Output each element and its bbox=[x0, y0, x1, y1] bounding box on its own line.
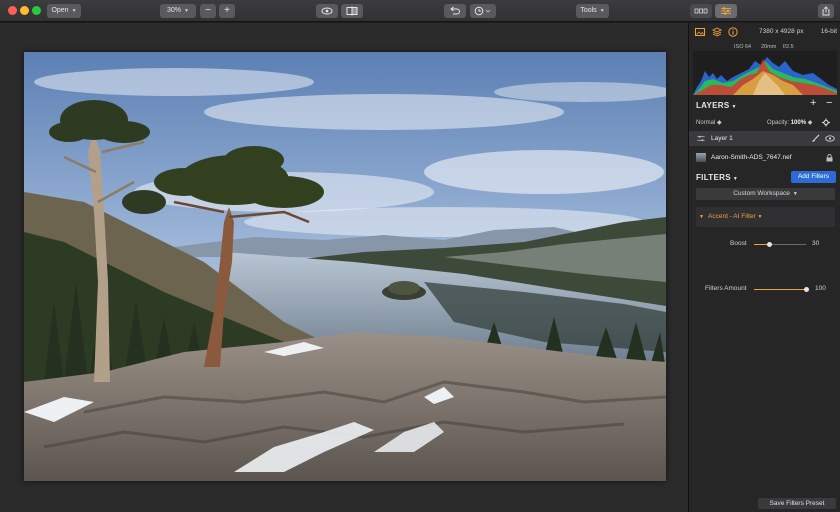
boost-label: Boost bbox=[730, 240, 747, 247]
photo-canvas[interactable] bbox=[24, 52, 666, 481]
image-info-row: 7380 x 4928 px 16-bit ISO 64 20mm f/2.5 bbox=[689, 25, 840, 50]
canvas-area[interactable] bbox=[0, 23, 688, 512]
focal-length: 20mm bbox=[761, 44, 777, 50]
image-dimensions: 7380 x 4928 px bbox=[759, 28, 804, 35]
zoom-value: 30% bbox=[167, 7, 182, 14]
chevron-down-icon: ▼ bbox=[71, 8, 77, 14]
file-name: Aaron-Smith-ADS_7647.nef bbox=[711, 154, 792, 161]
zoom-in-button[interactable]: + bbox=[219, 4, 235, 18]
chevron-down-icon: ▼ bbox=[732, 176, 739, 182]
right-panel: 7380 x 4928 px 16-bit ISO 64 20mm f/2.5 … bbox=[688, 23, 840, 512]
layer-name: Layer 1 bbox=[711, 135, 733, 142]
filters-header[interactable]: FILTERS ▼ bbox=[696, 173, 738, 182]
history-button[interactable] bbox=[470, 4, 496, 18]
luminar-window: Open ▼ 30% ▼ − + Tools ▼ 7380 x 4928 px … bbox=[0, 0, 840, 512]
blend-mode-value: Normal bbox=[696, 120, 716, 126]
eye-icon[interactable] bbox=[825, 135, 835, 142]
share-icon bbox=[822, 6, 830, 16]
opacity-label: Opacity: bbox=[767, 120, 790, 126]
history-icon bbox=[474, 6, 491, 16]
filters-title: FILTERS bbox=[696, 173, 731, 182]
library-view-button[interactable] bbox=[690, 4, 712, 18]
edit-view-button[interactable] bbox=[715, 4, 737, 18]
save-filters-preset-button[interactable]: Save Filters Preset bbox=[758, 498, 836, 509]
filters-amount-knob[interactable] bbox=[803, 287, 809, 292]
iso-value: ISO 64 bbox=[734, 44, 752, 50]
sliders-icon bbox=[721, 7, 731, 15]
zoom-in-icon: + bbox=[224, 5, 230, 16]
tools-button[interactable]: Tools ▼ bbox=[576, 4, 609, 18]
layer-row[interactable]: Layer 1 bbox=[689, 131, 840, 146]
filters-amount-fill bbox=[754, 289, 806, 290]
histogram bbox=[693, 51, 837, 95]
workspace-select[interactable]: Custom Workspace ▼ bbox=[696, 188, 835, 200]
filters-amount-label: Filters Amount bbox=[705, 285, 747, 292]
chevron-down-icon: ▼ bbox=[757, 214, 763, 220]
blend-mode-select[interactable]: Normal ◆ bbox=[696, 119, 722, 126]
accent-filter-title: Accent - AI Filter ▼ bbox=[708, 213, 762, 220]
aperture-value: f/2.5 bbox=[783, 44, 794, 50]
bit-depth: 16-bit bbox=[820, 28, 837, 35]
compare-icon bbox=[346, 6, 358, 16]
open-label: Open bbox=[51, 7, 69, 14]
layers-header[interactable]: LAYERS ▼ bbox=[696, 101, 737, 110]
info-icon[interactable] bbox=[728, 27, 738, 37]
tools-label: Tools bbox=[580, 7, 597, 14]
chevron-down-icon: ▼ bbox=[731, 104, 737, 110]
preview-button[interactable] bbox=[316, 4, 338, 18]
workspace-label: Custom Workspace bbox=[733, 190, 790, 197]
chevron-down-icon: ▼ bbox=[792, 191, 798, 197]
boost-slider-knob[interactable] bbox=[767, 242, 773, 247]
open-button[interactable]: Open ▼ bbox=[47, 4, 81, 18]
layers-icon[interactable] bbox=[712, 27, 722, 37]
chevron-down-icon: ▼ bbox=[599, 8, 605, 14]
remove-layer-button[interactable]: − bbox=[826, 97, 832, 109]
layers-title: LAYERS bbox=[696, 101, 730, 110]
image-thumbnail bbox=[696, 153, 706, 162]
collapse-arrow-icon[interactable]: ▼ bbox=[699, 214, 704, 220]
toolbar: Open ▼ 30% ▼ − + Tools ▼ bbox=[0, 0, 840, 22]
accent-filter-label: Accent - AI Filter bbox=[708, 213, 756, 220]
eye-icon bbox=[321, 7, 333, 15]
image-icon[interactable] bbox=[695, 27, 705, 37]
share-button[interactable] bbox=[818, 4, 834, 18]
zoom-window-button[interactable] bbox=[32, 6, 41, 15]
accent-filter-header[interactable]: ▼ Accent - AI Filter ▼ bbox=[696, 207, 835, 227]
close-window-button[interactable] bbox=[8, 6, 17, 15]
adjustment-layer-icon bbox=[697, 135, 705, 142]
compare-button[interactable] bbox=[341, 4, 363, 18]
add-filters-button[interactable]: Add Filters bbox=[791, 171, 836, 183]
grid-icon bbox=[694, 8, 708, 14]
minimize-window-button[interactable] bbox=[20, 6, 29, 15]
undo-button[interactable] bbox=[444, 4, 466, 18]
landscape-photo bbox=[24, 52, 666, 481]
brush-icon[interactable] bbox=[811, 134, 820, 143]
filters-amount-value: 100 bbox=[815, 285, 826, 292]
gear-icon[interactable] bbox=[821, 118, 831, 127]
undo-icon bbox=[450, 6, 460, 15]
base-image-row[interactable]: Aaron-Smith-ADS_7647.nef bbox=[689, 150, 840, 165]
opacity-value: 100% bbox=[790, 120, 807, 126]
zoom-select[interactable]: 30% ▼ bbox=[160, 4, 196, 18]
boost-value: 30 bbox=[812, 240, 820, 247]
chevron-down-icon: ▼ bbox=[184, 8, 189, 14]
zoom-out-icon: − bbox=[205, 5, 211, 16]
opacity-control[interactable]: Opacity: 100% ◆ bbox=[767, 119, 812, 126]
add-layer-button[interactable]: + bbox=[810, 97, 816, 109]
lock-icon bbox=[826, 154, 833, 162]
zoom-out-button[interactable]: − bbox=[200, 4, 216, 18]
